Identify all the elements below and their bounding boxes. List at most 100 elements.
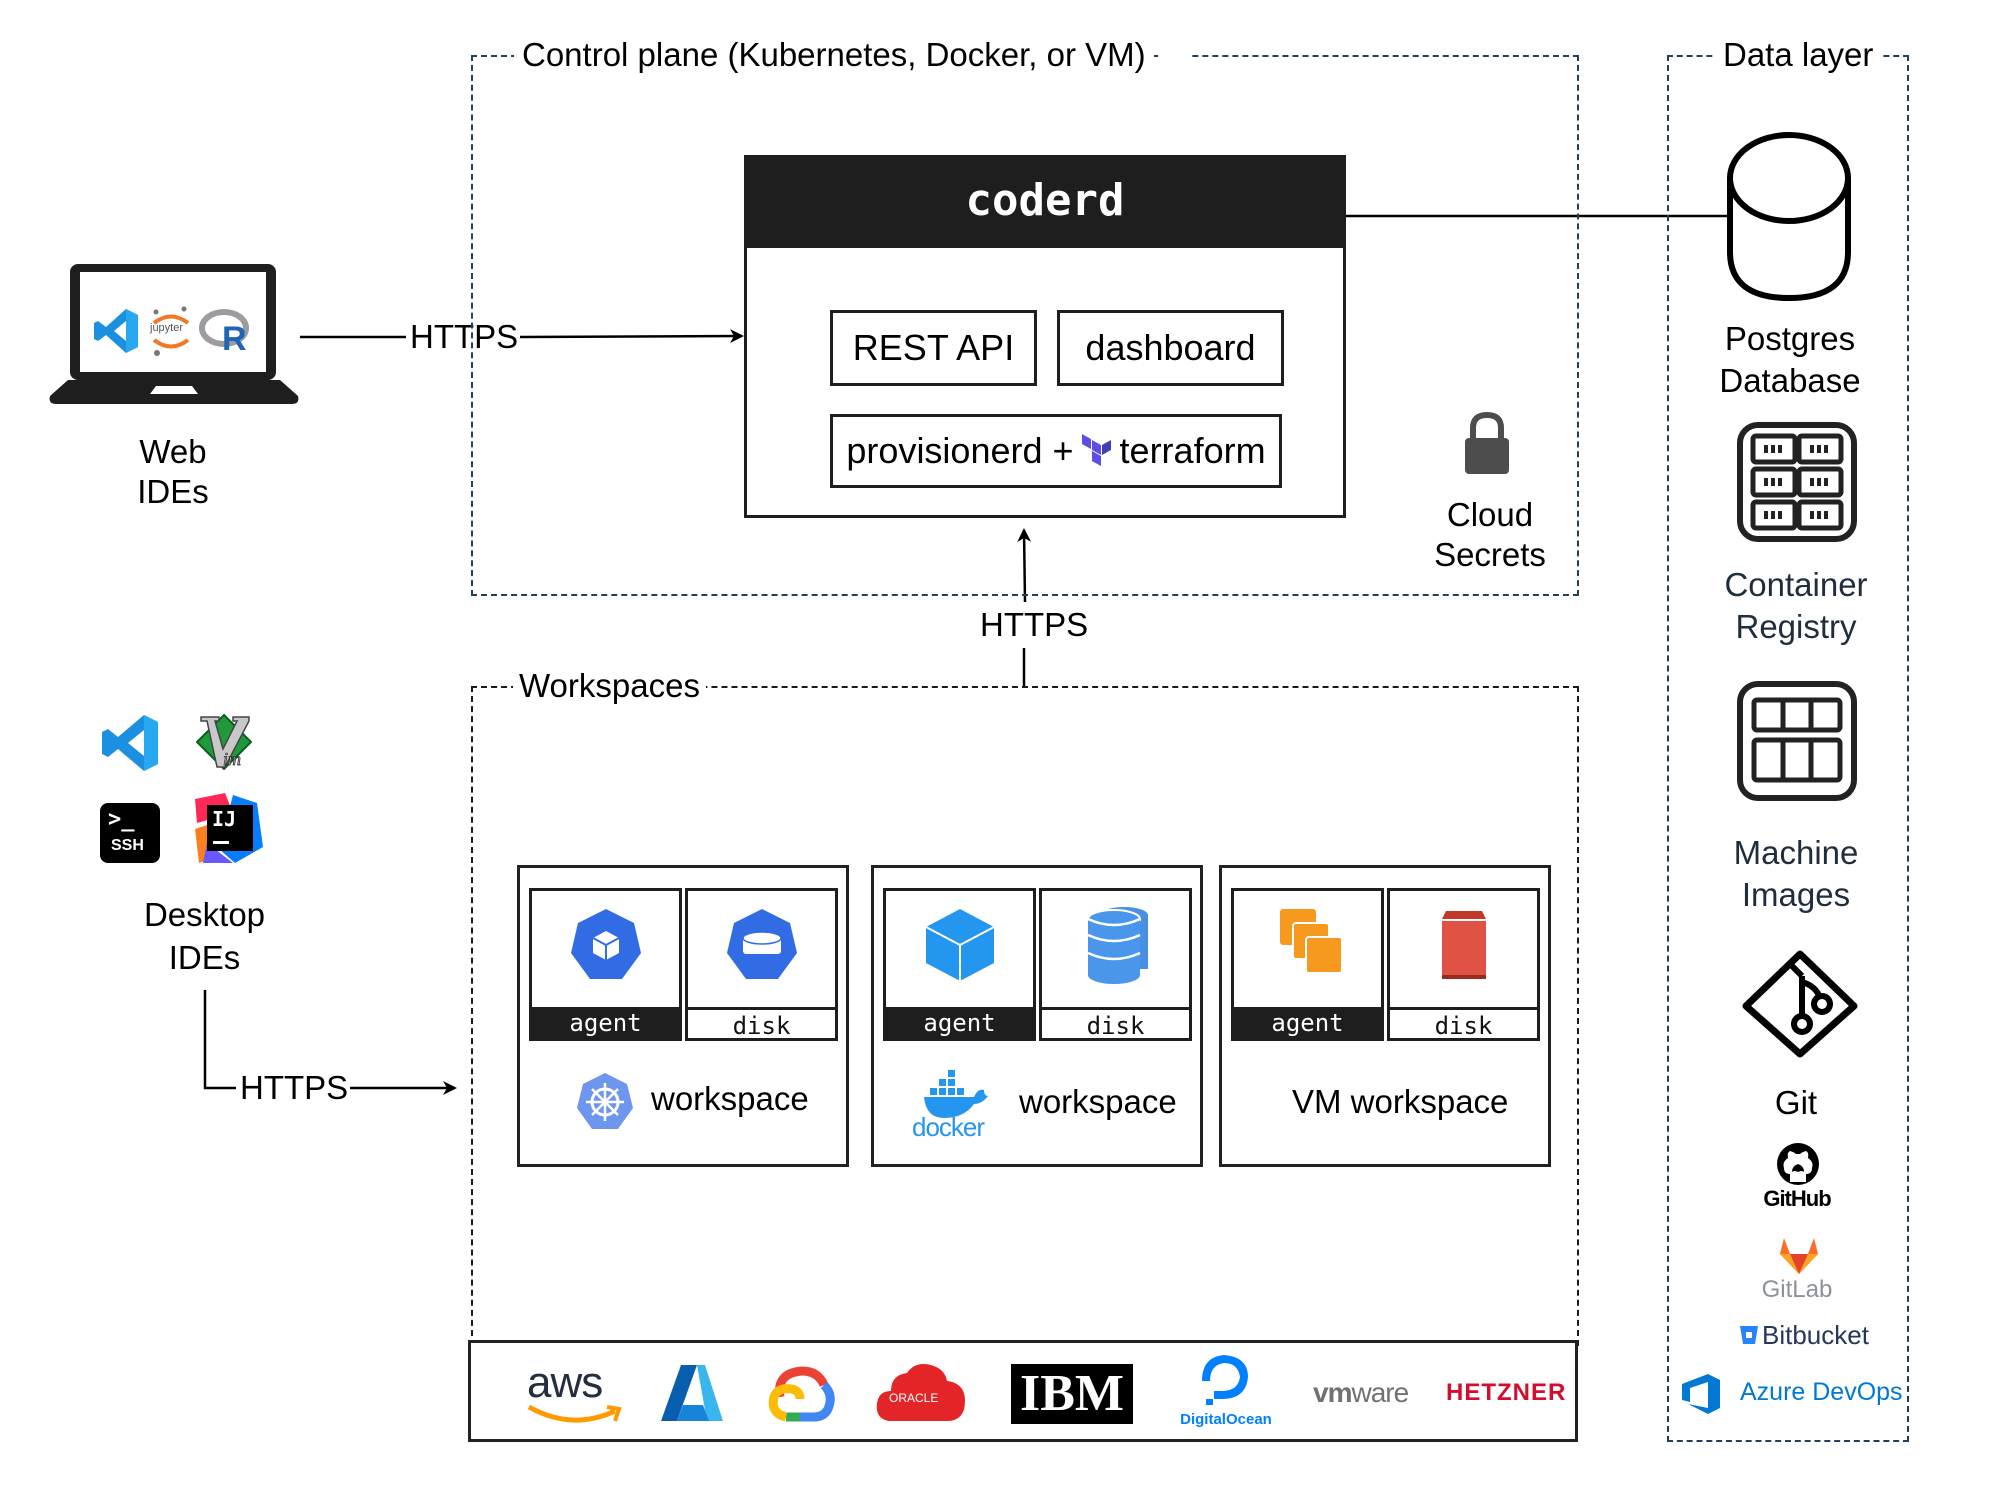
- desktop-https-label: HTTPS: [240, 1068, 349, 1108]
- agent-label: agent: [883, 1007, 1036, 1041]
- docker-logo: docker: [912, 1068, 1002, 1148]
- oracle-text: ORACLE: [889, 1391, 939, 1405]
- disk-label: disk: [1387, 1007, 1540, 1041]
- container-registry-icon[interactable]: [1736, 421, 1858, 543]
- bitbucket-icon: [1740, 1326, 1758, 1344]
- web-ides-label-line1: Web: [139, 433, 207, 470]
- digitalocean-logo[interactable]: DigitalOcean: [1176, 1355, 1276, 1435]
- disk-tile[interactable]: disk: [1039, 888, 1192, 1041]
- git-label: Git: [1774, 1084, 1818, 1121]
- intellij-text: IJ: [212, 807, 237, 831]
- vmware-text-bold: vm: [1313, 1377, 1352, 1408]
- svg-text:R: R: [222, 320, 247, 358]
- rest-api-label: REST API: [852, 327, 1015, 368]
- data-layer-title: Data layer: [1715, 35, 1882, 75]
- machine-images-label-line2: Images: [1741, 876, 1851, 913]
- agent-label: agent: [529, 1007, 682, 1041]
- r-icon: R: [199, 309, 249, 358]
- aws-text: aws: [527, 1358, 603, 1407]
- azure-icon[interactable]: [661, 1365, 723, 1423]
- postgres-label-line2: Database: [1719, 362, 1861, 399]
- web-ides-label: Web IDEs: [108, 432, 238, 512]
- disk-label: disk: [1039, 1007, 1192, 1041]
- terraform-icon: [1081, 434, 1111, 466]
- coderd-title: coderd: [747, 158, 1343, 248]
- workspace-card-vm[interactable]: agent disk VM workspace: [1219, 865, 1551, 1167]
- jupyter-text: jupyter: [150, 322, 184, 334]
- agent-label: agent: [1231, 1007, 1384, 1041]
- postgres-database-icon[interactable]: [1726, 132, 1852, 302]
- ebs-volume-icon: [1390, 905, 1537, 1005]
- svg-text:im: im: [223, 749, 241, 769]
- azure-devops-icon: [1682, 1374, 1720, 1414]
- vscode-icon: [94, 309, 138, 353]
- github-text: GitHub: [1763, 1186, 1831, 1211]
- container-registry-label: Container Registry: [1676, 564, 1916, 648]
- docker-whale-icon: [924, 1070, 988, 1118]
- web-ides-label-line2: IDEs: [137, 473, 209, 510]
- git-icon[interactable]: [1742, 950, 1858, 1058]
- postgres-label: Postgres Database: [1670, 318, 1910, 402]
- machine-images-icon[interactable]: [1736, 680, 1858, 802]
- google-cloud-icon[interactable]: [766, 1365, 835, 1422]
- workspace-caption: VM workspace: [1292, 1083, 1509, 1120]
- lock-icon: [1465, 411, 1509, 474]
- dashboard-box[interactable]: dashboard: [1057, 310, 1284, 386]
- workspace-card-docker[interactable]: agent disk docker workspace: [871, 865, 1203, 1167]
- oracle-logo[interactable]: ORACLE: [875, 1361, 967, 1427]
- cloud-secrets-line1: Cloud: [1446, 496, 1534, 533]
- docker-text: docker: [912, 1112, 985, 1142]
- terraform-label: terraform: [1119, 430, 1266, 471]
- gitlab-icon[interactable]: [1778, 1236, 1820, 1274]
- azure-devops-logo[interactable]: Azure DevOps: [1680, 1372, 1910, 1416]
- ibm-logo[interactable]: IBM: [1011, 1364, 1133, 1424]
- dashboard-label: dashboard: [1085, 327, 1256, 368]
- desktop-ides-label-line2: IDEs: [168, 939, 241, 976]
- ssh-text: SSH: [111, 837, 144, 854]
- cloud-providers-bar: aws ORACLE IBM DigitalOcean vmware HETZN…: [468, 1340, 1578, 1442]
- vim-icon: im: [195, 713, 253, 771]
- disk-tile[interactable]: disk: [685, 888, 838, 1041]
- ssh-icon: >_ SSH: [100, 803, 160, 863]
- bitbucket-logo[interactable]: Bitbucket: [1740, 1320, 1890, 1350]
- workspace-caption: workspace: [1019, 1083, 1177, 1120]
- container-registry-label-line2: Registry: [1735, 608, 1857, 645]
- desktop-ides-label-line1: Desktop: [143, 896, 266, 933]
- aws-logo[interactable]: aws: [527, 1361, 623, 1425]
- postgres-label-line1: Postgres: [1724, 320, 1856, 357]
- aws-smile-icon: [527, 1404, 622, 1423]
- workspace-caption: workspace: [651, 1080, 809, 1117]
- intellij-underscore: [213, 841, 229, 844]
- azure-devops-text: Azure DevOps: [1740, 1378, 1903, 1406]
- vscode-icon: [102, 715, 158, 771]
- web-ides-laptop: jupyter R: [48, 262, 300, 407]
- k8s-volume-icon: [688, 905, 835, 1005]
- machine-images-label: Machine Images: [1676, 832, 1916, 916]
- agent-tile[interactable]: agent: [529, 888, 682, 1041]
- desktop-ides-label: Desktop IDEs: [132, 893, 277, 979]
- workspaces-https-label: HTTPS: [980, 606, 1089, 643]
- coderd-box[interactable]: coderd REST API dashboard provisionerd +…: [744, 155, 1346, 518]
- control-plane-title-gap: [1160, 35, 1190, 75]
- agent-tile[interactable]: agent: [883, 888, 1036, 1041]
- desktop-to-workspaces-line: [203, 990, 236, 1090]
- agent-tile[interactable]: agent: [1231, 888, 1384, 1041]
- github-icon[interactable]: [1776, 1142, 1820, 1186]
- workspace-card-kubernetes[interactable]: agent disk workspace: [517, 865, 849, 1167]
- intellij-icon: IJ: [193, 793, 265, 865]
- vmware-logo[interactable]: vmware: [1313, 1377, 1409, 1409]
- intellij-square: IJ: [207, 805, 253, 851]
- jupyter-icon: jupyter: [148, 306, 194, 358]
- gitlab-text: GitLab: [1761, 1276, 1833, 1303]
- disk-label: disk: [685, 1007, 838, 1041]
- provisionerd-box[interactable]: provisionerd + terraform: [830, 414, 1282, 488]
- hetzner-logo[interactable]: HETZNER: [1446, 1379, 1566, 1407]
- digitalocean-icon: [1202, 1355, 1248, 1405]
- container-cube-icon: [886, 905, 1033, 1005]
- control-plane-title: Control plane (Kubernetes, Docker, or VM…: [514, 35, 1154, 75]
- cloud-secrets-label: Cloud Secrets: [1415, 495, 1565, 575]
- rest-api-box[interactable]: REST API: [830, 310, 1037, 386]
- disk-tile[interactable]: disk: [1387, 888, 1540, 1041]
- kubernetes-icon: [577, 1073, 633, 1129]
- container-registry-label-line1: Container: [1724, 566, 1868, 603]
